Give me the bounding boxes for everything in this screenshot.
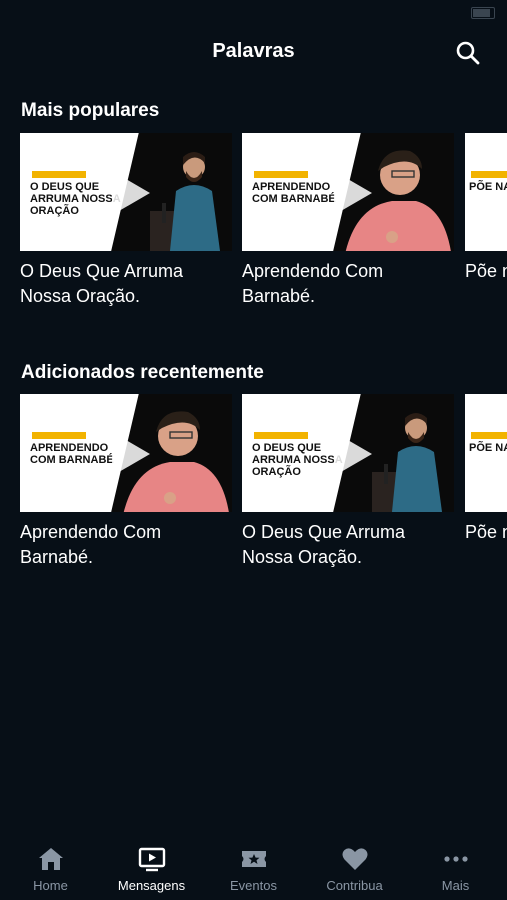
tab-label: Mensagens [117,878,186,893]
video-thumbnail: Põe na minha [465,133,507,251]
header: Palavras [0,26,507,80]
video-thumbnail: Aprendendo com Barnabé [242,133,454,251]
status-bar [0,0,507,26]
video-title: Aprendendo Com Barnabé. [242,261,384,306]
series-tag [32,171,86,178]
series-tag [471,171,507,178]
play-icon [334,432,372,476]
tab-mais[interactable]: Mais [405,840,506,900]
tab-label: Contribua [326,878,383,893]
video-title: Põe n [465,522,507,542]
play-icon [112,171,150,215]
video-thumbnail: Põe na minha [465,394,507,512]
video-title: Põe n [465,261,507,281]
series-tag [32,432,86,439]
tab-bar: Home Mensagens Eventos Contribua Mais [0,840,507,900]
tab-mensagens[interactable]: Mensagens [101,840,202,900]
video-thumbnail: O Deus que arruma nossa oração [242,394,454,512]
tab-label: Eventos [230,878,277,893]
carousel-recent[interactable]: Aprendendo com Barnabé Aprendendo Com Ba… [0,394,507,584]
play-icon [334,171,372,215]
video-title: O Deus Que Arruma Nossa Oração. [20,261,184,306]
series-tag [471,432,507,439]
tab-label: Mais [441,878,470,893]
tab-contribua[interactable]: Contribua [304,840,405,900]
thumbnail-text: Põe na minha [469,181,507,193]
tab-eventos[interactable]: Eventos [203,840,304,900]
more-dots-icon [444,856,468,862]
section-title-recent: Adicionados recentemente [21,362,264,383]
play-icon [112,432,150,476]
tv-play-icon [138,847,166,872]
video-thumbnail: Aprendendo com Barnabé [20,394,232,512]
speaker-image [372,413,442,512]
video-thumbnail: O Deus que arruma nossa oração [20,133,232,251]
section-title-popular: Mais populares [21,100,160,121]
page-title: Palavras [212,40,295,62]
carousel-popular[interactable]: O Deus que arruma nossa oração O Deus Qu… [0,133,507,323]
tab-label: Home [33,878,68,893]
search-icon[interactable] [455,40,481,66]
video-title: Aprendendo Com Barnabé. [20,522,162,567]
series-tag [254,171,308,178]
thumbnail-text: Põe na minha [469,442,507,454]
tab-home[interactable]: Home [0,840,101,900]
ticket-star-icon [242,851,266,867]
home-icon [39,848,63,870]
series-tag [254,432,308,439]
speaker-image [150,152,220,251]
battery-icon [471,7,495,19]
heart-icon [342,848,368,870]
video-title: O Deus Que Arruma Nossa Oração. [242,522,406,567]
